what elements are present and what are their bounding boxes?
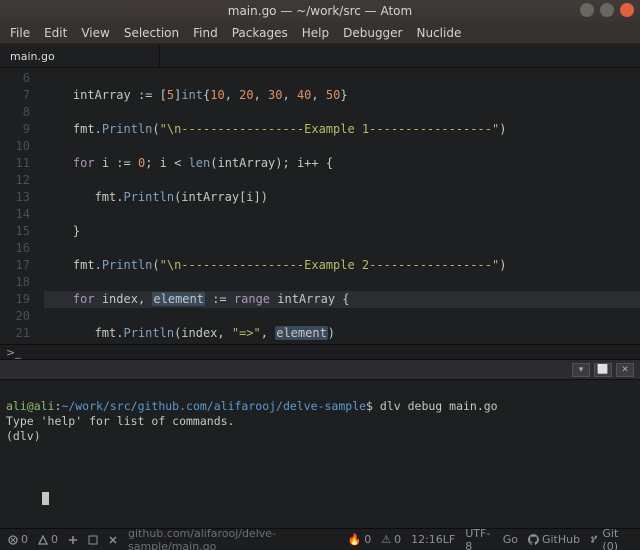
line-number: 16 [0,240,30,257]
selection-match: element [275,326,328,340]
code-line-current: for index, element := range intArray { [44,291,640,308]
maximize-button[interactable] [600,3,614,17]
panel-divider[interactable]: >_ [0,344,640,360]
code-line: fmt.Println(intArray[i]) [44,189,640,206]
line-number: 18 [0,274,30,291]
status-bug-icon[interactable]: ⚠0 [381,533,401,546]
selection: element [152,292,205,306]
code-editor[interactable]: 6 7 8 9 10 11 12 13 14 15 16 17 18 19 20… [0,68,640,344]
terminal-cursor [42,492,49,505]
line-number: 12 [0,172,30,189]
window-titlebar: main.go — ~/work/src — Atom [0,0,640,22]
status-new-terminal[interactable] [68,535,78,545]
terminal-panel[interactable]: ali@ali:~/work/src/github.com/alifarooj/… [0,380,640,528]
prompt-userhost: ali@ali [6,399,54,413]
status-errors[interactable]: 0 [8,533,28,546]
status-fire-icon[interactable]: 🔥0 [348,533,372,546]
line-number: 13 [0,189,30,206]
terminal-command: dlv debug main.go [373,399,498,413]
status-git-branch[interactable]: Git (0) [590,527,632,550]
status-line-ending[interactable]: LF [443,533,455,546]
terminal-dropdown-button[interactable]: ▾ [572,363,590,377]
menu-selection[interactable]: Selection [118,24,185,42]
code-line: fmt.Println("\n-----------------Example … [44,121,640,138]
tab-label: main.go [10,50,55,63]
line-number: 8 [0,104,30,121]
status-bar: 0 0 github.com/alifarooj/delve-sample/ma… [0,528,640,550]
close-window-button[interactable] [620,3,634,17]
terminal-toolbar: ▾ ⬜ ✕ [0,360,640,380]
status-encoding[interactable]: UTF-8 [465,527,492,550]
line-number: 7 [0,87,30,104]
code-line: intArray := [5]int{10, 20, 30, 40, 50} [44,87,640,104]
menu-find[interactable]: Find [187,24,224,42]
menu-view[interactable]: View [75,24,115,42]
terminal-maximize-button[interactable]: ⬜ [594,363,612,377]
menu-file[interactable]: File [4,24,36,42]
line-number: 11 [0,155,30,172]
line-number: 10 [0,138,30,155]
line-number: 14 [0,206,30,223]
dlv-prompt: (dlv) [6,429,48,443]
line-number: 9 [0,121,30,138]
code-line: for i := 0; i < len(intArray); i++ { [44,155,640,172]
line-number: 17 [0,257,30,274]
line-number: 19 [0,291,30,308]
window-controls [580,3,634,17]
status-github[interactable]: GitHub [528,533,580,546]
code-line: fmt.Println(index, "=>", element) [44,325,640,342]
window-title: main.go — ~/work/src — Atom [228,4,412,18]
terminal-icon: >_ [6,346,21,359]
line-number: 6 [0,70,30,87]
menu-edit[interactable]: Edit [38,24,73,42]
tab-main-go[interactable]: main.go [0,45,160,67]
code-area[interactable]: intArray := [5]int{10, 20, 30, 40, 50} f… [38,68,640,344]
terminal-output: Type 'help' for list of commands. [6,414,234,428]
terminal-close-button[interactable]: ✕ [616,363,634,377]
status-file-path[interactable]: github.com/alifarooj/delve-sample/main.g… [128,527,338,550]
status-warnings[interactable]: 0 [38,533,58,546]
menu-packages[interactable]: Packages [226,24,294,42]
menu-nuclide[interactable]: Nuclide [411,24,468,42]
minimize-button[interactable] [580,3,594,17]
menu-help[interactable]: Help [296,24,335,42]
line-number: 22 [0,342,30,344]
cursor-position[interactable]: 12:16 [411,533,443,546]
line-number: 21 [0,325,30,342]
prompt-path: ~/work/src/github.com/alifarooj/delve-sa… [61,399,366,413]
menubar: File Edit View Selection Find Packages H… [0,22,640,44]
status-language[interactable]: Go [503,533,518,546]
code-line: fmt.Println("\n-----------------Example … [44,257,640,274]
editor-gutter: 6 7 8 9 10 11 12 13 14 15 16 17 18 19 20… [0,68,38,344]
status-toggle[interactable] [88,535,98,545]
line-number: 20 [0,308,30,325]
menu-debugger[interactable]: Debugger [337,24,408,42]
tab-bar: main.go [0,44,640,68]
line-number: 15 [0,223,30,240]
code-line: } [44,223,640,240]
status-close-terminal[interactable] [108,535,118,545]
